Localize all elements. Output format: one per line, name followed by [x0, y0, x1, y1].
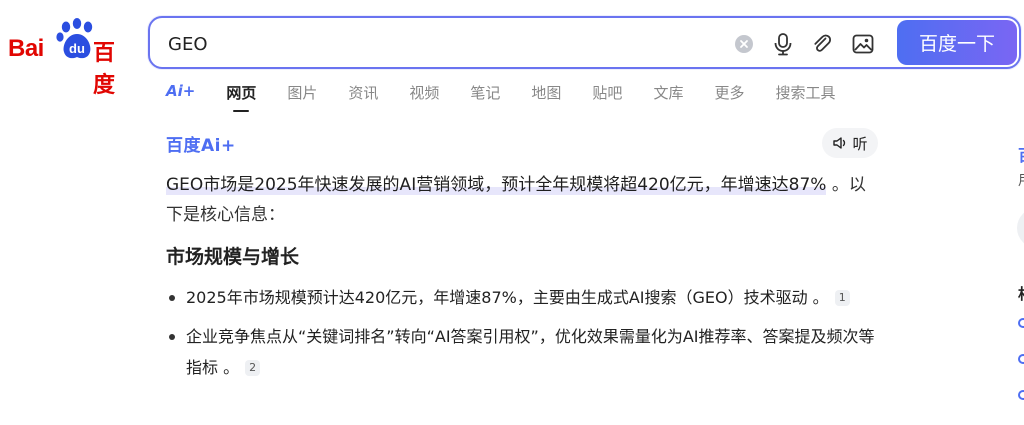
- related-item-icon[interactable]: [1018, 354, 1024, 364]
- search-box: 百度一下: [148, 16, 1021, 69]
- image-search-icon[interactable]: [850, 31, 876, 57]
- related-item-icon[interactable]: [1018, 390, 1024, 400]
- listen-button[interactable]: 听: [822, 128, 878, 158]
- right-sidebar-avatar[interactable]: [1017, 208, 1024, 248]
- listen-label: 听: [852, 134, 868, 153]
- right-sidebar-title: 百: [1018, 142, 1024, 166]
- bullet-text: 企业竞争焦点从“关键词排名”转向“AI答案引用权”，优化效果需量化为AI推荐率、…: [186, 327, 875, 377]
- reference-badge[interactable]: 1: [834, 290, 850, 306]
- logo-chinese: 百度: [93, 41, 115, 98]
- list-item: 企业竞争焦点从“关键词排名”转向“AI答案引用权”，优化效果需量化为AI推荐率、…: [166, 321, 882, 383]
- list-item: 2025年市场规模预计达420亿元，年增速87%，主要由生成式AI搜索（GEO）…: [166, 282, 882, 313]
- logo-latin: Bai: [8, 35, 44, 62]
- tab-news[interactable]: 资讯: [348, 82, 378, 112]
- microphone-icon[interactable]: [770, 31, 796, 57]
- right-sidebar: 百 用 相: [1016, 140, 1024, 425]
- tab-more[interactable]: 更多: [714, 82, 744, 112]
- tab-search-tools[interactable]: 搜索工具: [775, 82, 835, 112]
- speaker-icon: [833, 137, 846, 149]
- tab-web[interactable]: 网页: [226, 82, 256, 112]
- summary-highlight: GEO市场是2025年快速发展的AI营销领域，预计全年规模将超420亿元，年增速…: [166, 175, 827, 195]
- bullet-list: 2025年市场规模预计达420亿元，年增速87%，主要由生成式AI搜索（GEO）…: [166, 282, 882, 391]
- right-sidebar-text: 用: [1018, 170, 1024, 190]
- section-title: 市场规模与增长: [166, 246, 300, 268]
- tab-images[interactable]: 图片: [287, 82, 317, 112]
- tab-map[interactable]: 地图: [531, 82, 561, 112]
- clear-icon[interactable]: [731, 31, 757, 57]
- reference-badge[interactable]: 2: [245, 360, 261, 376]
- tab-video[interactable]: 视频: [409, 82, 439, 112]
- ai-summary: GEO市场是2025年快速发展的AI营销领域，预计全年规模将超420亿元，年增速…: [166, 170, 866, 230]
- ai-answer-brand: 百度Ai+: [166, 136, 236, 156]
- tab-notes[interactable]: 笔记: [470, 82, 500, 112]
- bullet-text: 2025年市场规模预计达420亿元，年增速87%，主要由生成式AI搜索（GEO）…: [186, 288, 829, 307]
- baidu-logo[interactable]: Bai du 百度: [8, 18, 132, 98]
- search-input[interactable]: [168, 31, 708, 57]
- tab-tieba[interactable]: 贴吧: [592, 82, 622, 112]
- right-sidebar-heading: 相: [1018, 283, 1024, 304]
- paw-text: du: [69, 41, 85, 56]
- tab-ai[interactable]: Ai+: [166, 82, 195, 112]
- related-item-icon[interactable]: [1018, 318, 1024, 328]
- search-tabs: Ai+ 网页 图片 资讯 视频 笔记 地图 贴吧 文库 更多 搜索工具: [166, 82, 866, 114]
- attachment-icon[interactable]: [809, 31, 835, 57]
- tab-wenku[interactable]: 文库: [653, 82, 683, 112]
- search-button[interactable]: 百度一下: [897, 20, 1017, 65]
